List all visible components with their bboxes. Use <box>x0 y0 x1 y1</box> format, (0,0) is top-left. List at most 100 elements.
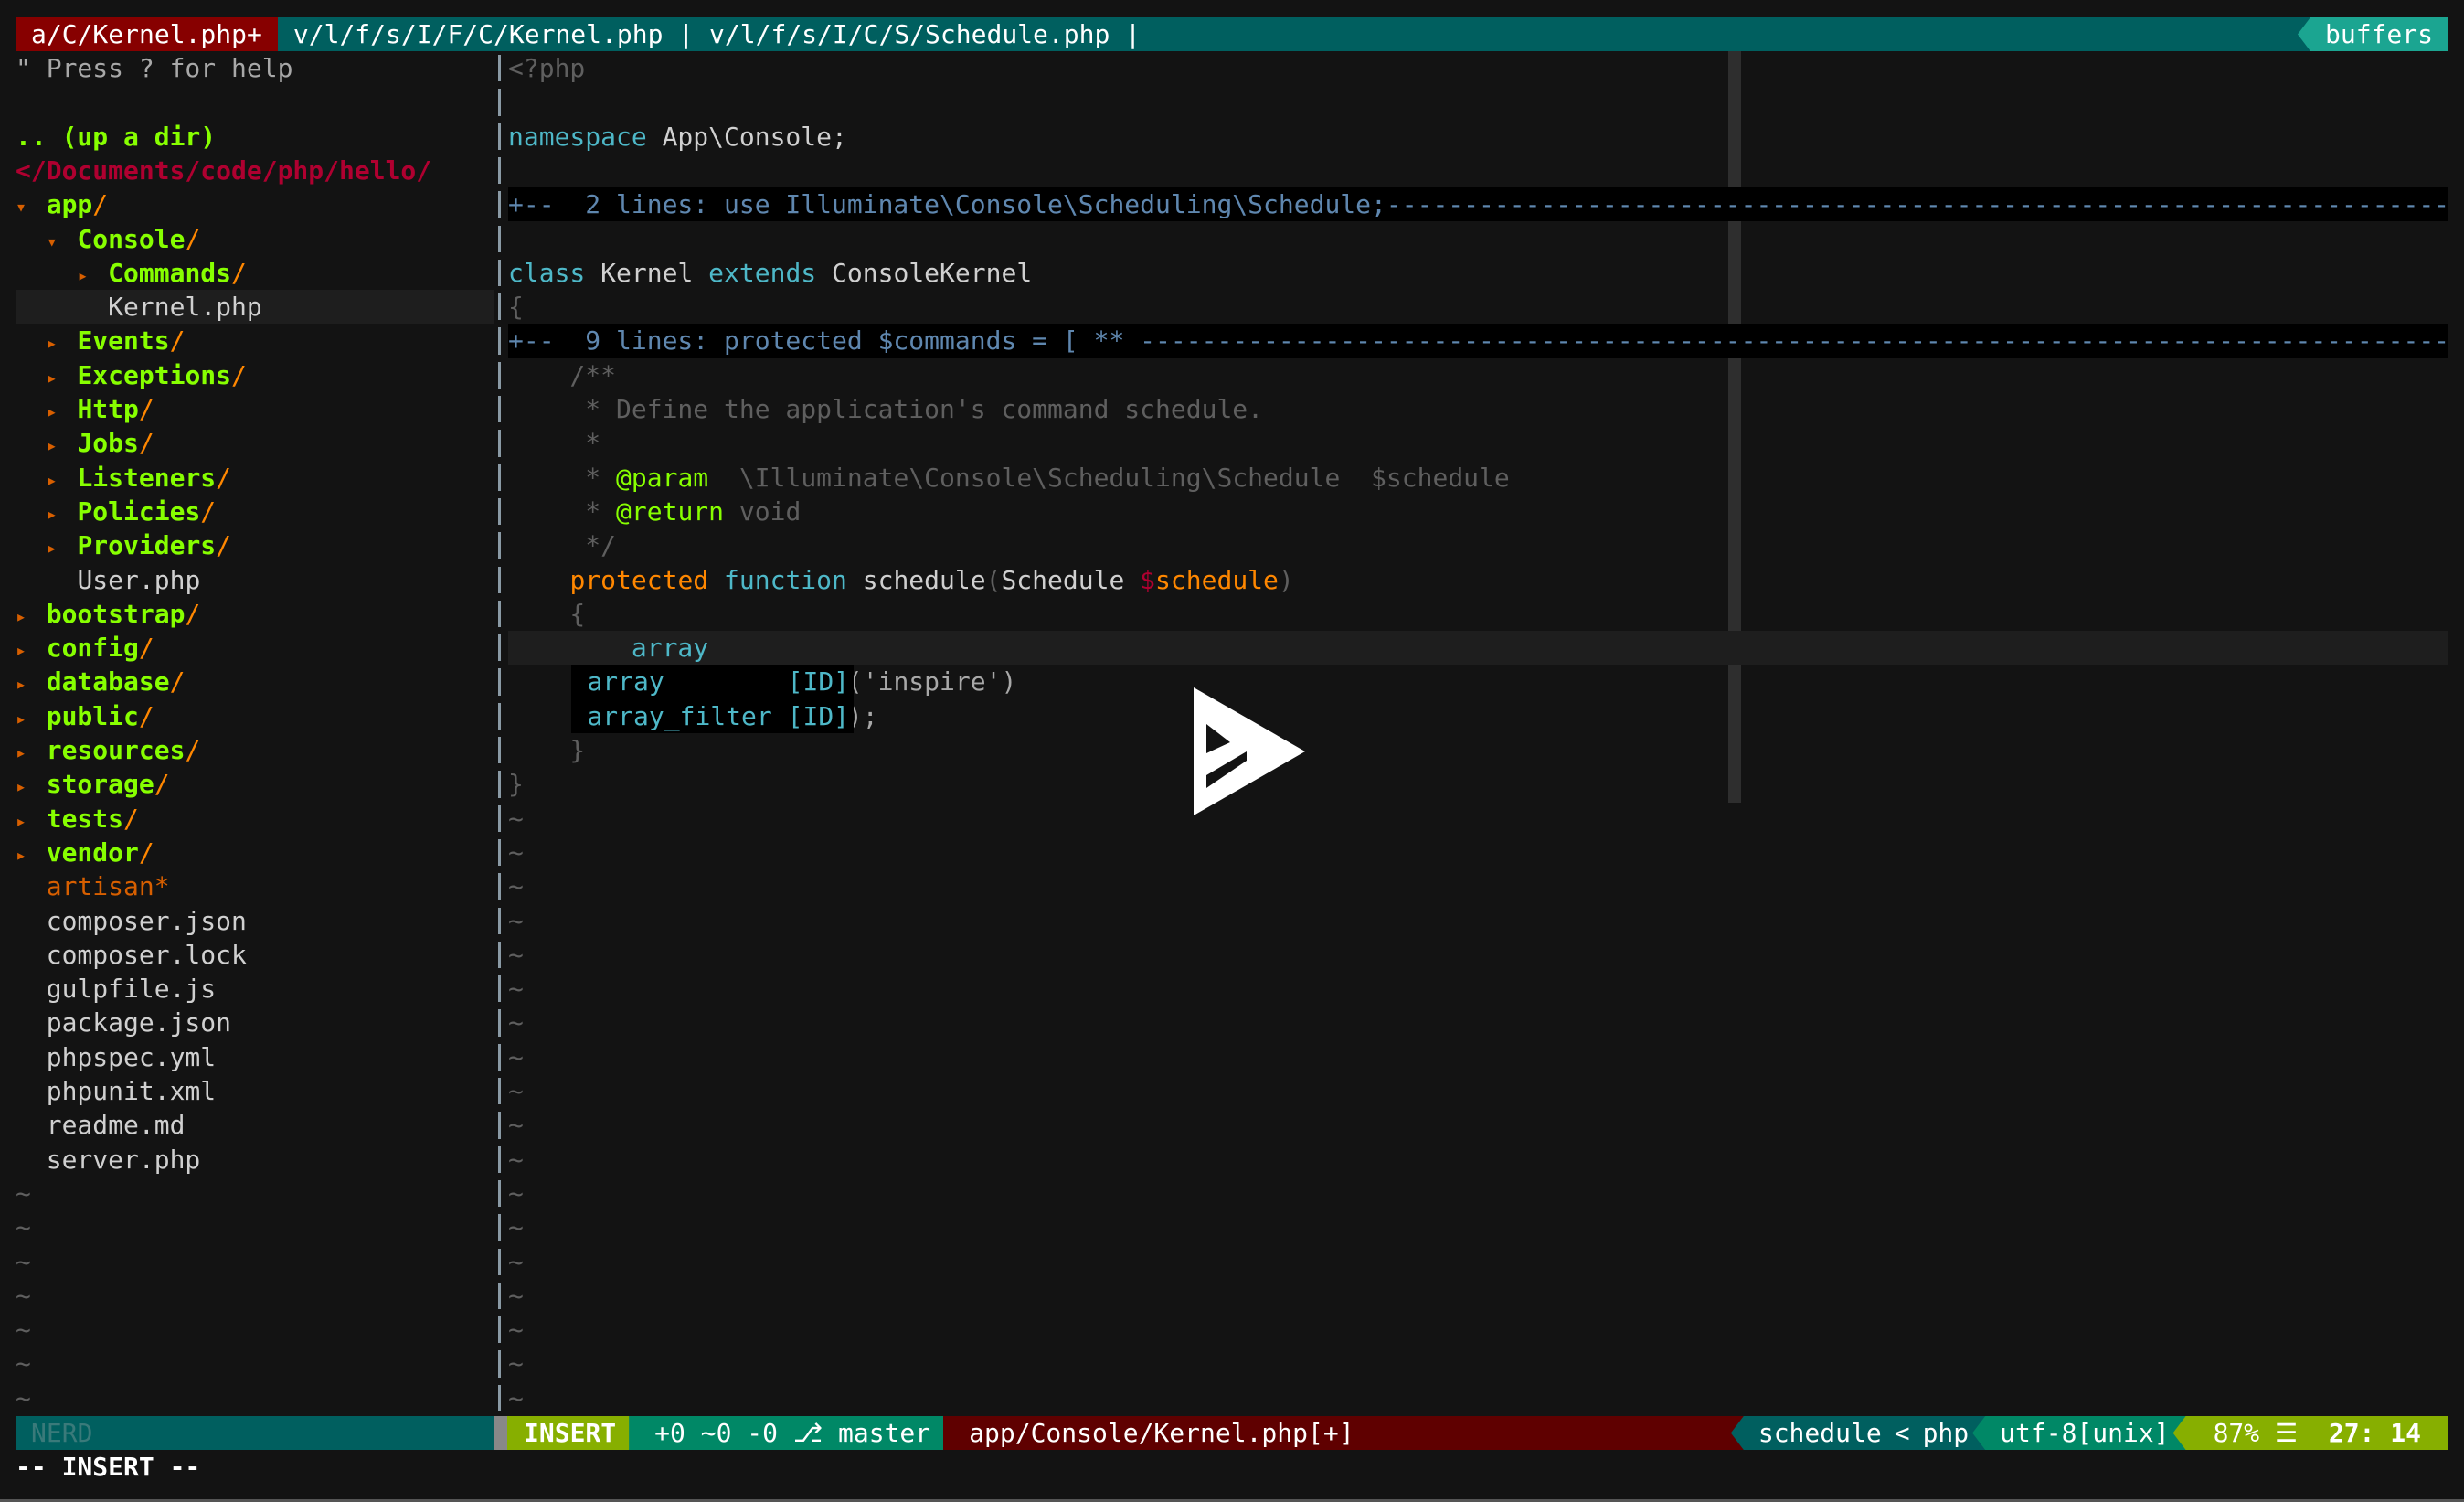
code-line[interactable]: class Kernel extends ConsoleKernel <box>508 256 1032 290</box>
tree-dir[interactable]: ▸ tests/ <box>16 802 139 836</box>
tree-dir[interactable]: ▸ Jobs/ <box>47 426 154 460</box>
help-text: " Press ? for help <box>16 53 293 83</box>
tree-file[interactable]: Kernel.php <box>77 290 262 324</box>
code-line[interactable]: /** <box>508 358 616 392</box>
command-line[interactable]: -- INSERT -- <box>16 1450 200 1484</box>
code-token: { <box>508 598 586 629</box>
code-line[interactable]: */ <box>508 528 616 562</box>
dir-slash: / <box>138 700 154 731</box>
chevron-left-icon: < <box>1894 1418 1910 1448</box>
tree-file[interactable]: artisan* <box>16 869 170 903</box>
tree-dir[interactable]: ▸ Http/ <box>47 392 154 426</box>
completion-kind: [ID] <box>787 666 850 698</box>
empty-line-marker: ~ <box>508 938 524 972</box>
tree-dir[interactable]: ▸ Events/ <box>47 324 186 357</box>
entry-name: storage <box>46 769 154 800</box>
tree-dir[interactable]: ▸ Commands/ <box>77 256 246 290</box>
tilde: ~ <box>508 1280 524 1311</box>
code-token: +-- 2 lines: use Illuminate\Console\Sche… <box>508 189 1386 220</box>
tree-dir[interactable]: ▸ Listeners/ <box>47 461 231 495</box>
code-line[interactable]: * @return void <box>508 495 801 528</box>
completion-item[interactable]: array_filter [ID] <box>571 699 854 733</box>
completion-menu[interactable]: array [ID] array_filter [ID] <box>571 665 854 733</box>
empty-line-marker: ~ <box>508 1040 524 1074</box>
tree-file[interactable]: phpspec.yml <box>16 1040 216 1074</box>
code-line[interactable]: * <box>508 426 600 460</box>
completion-word: array_filter <box>587 700 772 731</box>
empty-line-marker: ~ <box>508 1245 524 1279</box>
completion-item[interactable]: array [ID] <box>571 665 854 698</box>
entry-name: composer.lock <box>46 939 247 970</box>
empty-line-marker: ~ <box>508 1177 524 1210</box>
caret-right-icon: ▸ <box>46 502 58 525</box>
entry-name: composer.json <box>46 905 247 936</box>
dir-slash: / <box>200 495 217 527</box>
tree-file[interactable]: composer.json <box>16 904 247 938</box>
entry-name: User.php <box>77 564 201 595</box>
code-line[interactable]: * Define the application's command sched… <box>508 392 1263 426</box>
tree-file[interactable]: composer.lock <box>16 938 247 972</box>
code-token: Kernel <box>585 257 709 288</box>
up-dir-link[interactable]: .. (up a dir) <box>16 120 216 154</box>
buffers-indicator: buffers <box>2297 17 2448 51</box>
dir-slash: / <box>231 359 247 390</box>
tree-dir[interactable]: ▾ app/ <box>16 187 108 221</box>
caret-right-icon: ▸ <box>16 604 27 627</box>
code-line[interactable]: } <box>508 733 585 767</box>
code-line[interactable]: <?php <box>508 51 585 85</box>
code-line[interactable]: * @param \Illuminate\Console\Scheduling\… <box>508 461 1509 495</box>
tree-dir[interactable]: ▸ config/ <box>16 631 154 665</box>
code-line[interactable]: namespace App\Console; <box>508 120 847 154</box>
tree-dir[interactable]: ▸ storage/ <box>16 767 170 801</box>
mode-indicator: INSERT <box>507 1416 640 1450</box>
tilde: ~ <box>508 1076 524 1106</box>
empty-line-marker: ~ <box>508 1313 524 1347</box>
code-token: Schedule <box>1001 564 1141 595</box>
tree-file[interactable]: phpunit.xml <box>16 1074 216 1108</box>
separator-segment <box>498 1145 501 1173</box>
tree-dir[interactable]: ▾ Console/ <box>47 222 201 256</box>
tree-dir[interactable]: ▸ database/ <box>16 665 185 698</box>
completion-word: array <box>587 666 664 698</box>
tree-dir[interactable]: ▸ bootstrap/ <box>16 597 200 631</box>
tree-dir[interactable]: ▸ vendor/ <box>16 836 154 869</box>
code-line[interactable]: { <box>508 290 524 324</box>
code-line[interactable]: } <box>508 767 524 801</box>
separator-segment <box>498 941 501 969</box>
dir-slash: / <box>216 530 232 561</box>
caret-right-icon: ▸ <box>46 537 58 559</box>
empty-line-marker: ~ <box>508 904 524 938</box>
code-line[interactable]: array <box>508 631 708 665</box>
tree-dir[interactable]: ▸ resources/ <box>16 733 200 767</box>
code-line[interactable]: protected function schedule(Schedule $sc… <box>508 563 1293 597</box>
code-token: /** <box>508 359 617 390</box>
fold-line[interactable]: +-- 9 lines: protected $commands = [ ** … <box>508 324 2448 358</box>
separator-segment <box>498 1043 501 1071</box>
tab-active[interactable]: a/C/Kernel.php+ <box>16 17 278 51</box>
entry-name: Policies <box>77 495 201 527</box>
tree-dir[interactable]: ▸ Providers/ <box>47 528 231 562</box>
tree-file[interactable]: readme.md <box>16 1108 186 1142</box>
asciinema-play-icon[interactable] <box>1194 687 1305 815</box>
tree-dir[interactable]: ▸ Exceptions/ <box>47 358 247 392</box>
empty-line-marker: ~ <box>508 972 524 1006</box>
help-hint: " Press ? for help <box>16 51 292 85</box>
code-line[interactable]: { <box>508 597 585 631</box>
tree-file[interactable]: gulpfile.js <box>16 972 216 1006</box>
empty-line-marker: ~ <box>16 1381 31 1415</box>
tree-file[interactable]: User.php <box>47 563 201 597</box>
entry-name: readme.md <box>46 1110 186 1141</box>
code-token: extends <box>708 257 817 288</box>
tree-file[interactable]: server.php <box>16 1143 201 1177</box>
fold-line[interactable]: +-- 2 lines: use Illuminate\Console\Sche… <box>508 187 2448 222</box>
tree-dir[interactable]: ▸ Policies/ <box>47 495 216 528</box>
code-token: @param <box>616 462 709 493</box>
tree-file[interactable]: package.json <box>16 1006 231 1039</box>
editor-pane[interactable]: <?php namespace App\Console; +-- 2 lines: … <box>508 51 2448 1416</box>
tree-dir[interactable]: ▸ public/ <box>16 699 154 733</box>
window-separator[interactable] <box>494 51 507 1416</box>
dir-slash: / <box>138 428 154 459</box>
tab-inactive-list[interactable]: v/l/f/s/I/F/C/Kernel.php | v/l/f/s/I/C/S… <box>278 17 1141 51</box>
